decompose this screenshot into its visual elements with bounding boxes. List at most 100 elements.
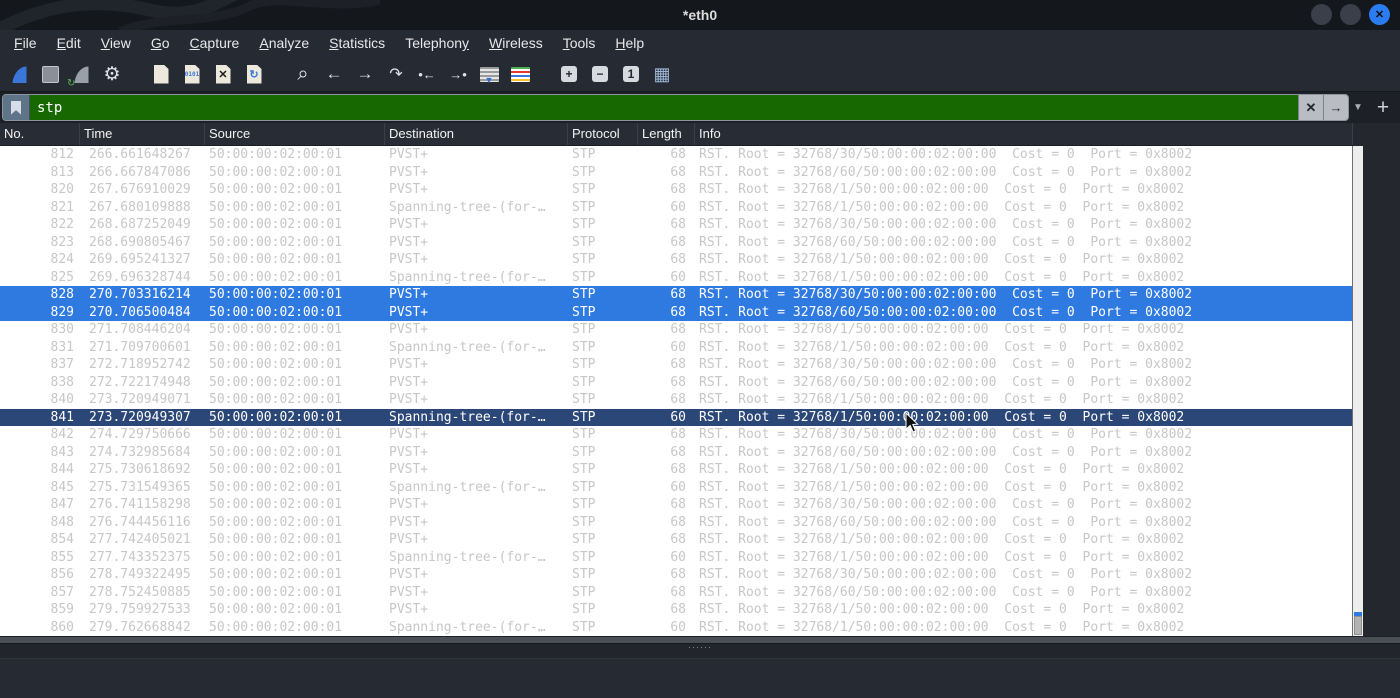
menu-view[interactable]: View — [91, 30, 141, 57]
column-header-length[interactable]: Length — [638, 123, 695, 145]
restart-capture-button[interactable]: ↻ — [67, 61, 94, 89]
close-button[interactable]: ✕ — [1369, 4, 1390, 25]
stop-capture-button[interactable] — [37, 61, 63, 87]
cell-destination: PVST+ — [389, 287, 429, 302]
cell-source: 50:00:00:02:00:01 — [209, 269, 343, 285]
column-header-protocol[interactable]: Protocol — [568, 123, 638, 145]
packet-row-859[interactable]: 859 279.759927533 50:00:00:02:00:01 PVST+ ST… — [0, 601, 1353, 619]
packet-row-829[interactable]: 829 270.706500484 50:00:00:02:00:01 PVST+ ST… — [0, 303, 1353, 321]
column-header-time[interactable]: Time — [80, 123, 205, 145]
cell-time: 268.690805467 — [89, 234, 191, 250]
packet-row-855[interactable]: 855 277.743352375 50:00:00:02:00:01 Spannin… — [0, 549, 1353, 567]
cell-no: 840 — [50, 392, 74, 407]
bookmark-icon — [11, 100, 21, 115]
menu-telephony[interactable]: Telephony — [395, 30, 479, 57]
packet-row-812[interactable]: 812 266.661648267 50:00:00:02:00:01 PVST+ ST… — [0, 146, 1353, 164]
menu-capture[interactable]: Capture — [180, 30, 250, 57]
cell-info: RST. Root = 32768/30/50:00:00:02:00:00 C… — [699, 357, 1193, 372]
packet-row-847[interactable]: 847 276.741158298 50:00:00:02:00:01 PVST+ ST… — [0, 496, 1353, 514]
cell-destination: PVST+ — [389, 322, 429, 337]
filter-apply-button[interactable]: → — [1323, 95, 1348, 120]
filter-add-button[interactable]: + — [1372, 96, 1394, 119]
save-file-button[interactable]: 0101 — [179, 61, 205, 87]
cell-time: 266.667847086 — [89, 164, 191, 180]
packet-row-820[interactable]: 820 267.676910029 50:00:00:02:00:01 PVST+ ST… — [0, 181, 1353, 199]
cell-info: RST. Root = 32768/60/50:00:00:02:00:00 C… — [699, 234, 1193, 250]
cell-destination: PVST+ — [389, 392, 429, 407]
column-header-info[interactable]: Info — [695, 123, 1353, 145]
colorize-button[interactable] — [507, 61, 533, 87]
packet-row-831[interactable]: 831 271.709700601 50:00:00:02:00:01 Spannin… — [0, 339, 1353, 357]
filter-clear-button[interactable]: ✕ — [1298, 95, 1323, 120]
previous-packet-button[interactable]: •← — [414, 61, 440, 87]
reload-file-button[interactable]: ↻ — [241, 61, 267, 87]
scrollbar-thumb[interactable] — [1354, 616, 1362, 635]
minimize-button[interactable] — [1311, 4, 1332, 25]
column-header-destination[interactable]: Destination — [385, 123, 568, 145]
go-back-button[interactable]: ← — [321, 61, 347, 87]
cell-time: 271.708446204 — [89, 322, 191, 337]
packet-row-822[interactable]: 822 268.687252049 50:00:00:02:00:01 PVST+ ST… — [0, 216, 1353, 234]
filter-history-dropdown[interactable]: ▼ — [1350, 102, 1366, 113]
find-packet-button[interactable]: ⌕ — [290, 61, 316, 87]
packet-row-830[interactable]: 830 271.708446204 50:00:00:02:00:01 PVST+ ST… — [0, 321, 1353, 339]
packet-row-845[interactable]: 845 275.731549365 50:00:00:02:00:01 Spannin… — [0, 479, 1353, 497]
capture-options-button[interactable]: ⚙ — [99, 61, 125, 87]
packet-row-840[interactable]: 840 273.720949071 50:00:00:02:00:01 PVST+ ST… — [0, 391, 1353, 409]
packet-row-842[interactable]: 842 274.729750666 50:00:00:02:00:01 PVST+ ST… — [0, 426, 1353, 444]
menu-help[interactable]: Help — [605, 30, 654, 57]
zoom-in-button[interactable]: + — [556, 61, 582, 87]
packet-row-844[interactable]: 844 275.730618692 50:00:00:02:00:01 PVST+ ST… — [0, 461, 1353, 479]
packet-row-837[interactable]: 837 272.718952742 50:00:00:02:00:01 PVST+ ST… — [0, 356, 1353, 374]
packet-row-843[interactable]: 843 274.732985684 50:00:00:02:00:01 PVST+ ST… — [0, 444, 1353, 462]
cell-info: RST. Root = 32768/1/50:00:00:02:00:00 Co… — [699, 322, 1185, 337]
menu-wireless[interactable]: Wireless — [479, 30, 553, 57]
menu-edit[interactable]: Edit — [47, 30, 91, 57]
zoom-100-button[interactable]: 1 — [618, 61, 644, 87]
go-to-packet-button[interactable]: ↷ — [383, 61, 409, 87]
start-capture-button[interactable] — [6, 61, 32, 87]
packet-row-856[interactable]: 856 278.749322495 50:00:00:02:00:01 PVST+ ST… — [0, 566, 1353, 584]
cell-no: 859 — [50, 602, 74, 617]
go-forward-button[interactable]: → — [352, 61, 378, 87]
cell-length: 68 — [670, 182, 686, 197]
resize-columns-button[interactable]: ▦ — [649, 61, 675, 87]
menu-statistics[interactable]: Statistics — [319, 30, 395, 57]
splitter-handle[interactable]: ······ — [0, 643, 1400, 652]
cell-time: 275.731549365 — [89, 479, 191, 495]
cell-info: RST. Root = 32768/1/50:00:00:02:00:00 Co… — [699, 182, 1185, 197]
packet-row-825[interactable]: 825 269.696328744 50:00:00:02:00:01 Spannin… — [0, 269, 1353, 287]
maximize-button[interactable] — [1340, 4, 1361, 25]
packet-row-841[interactable]: 841 273.720949307 50:00:00:02:00:01 Spannin… — [0, 408, 1353, 426]
packet-row-823[interactable]: 823 268.690805467 50:00:00:02:00:01 PVST+ ST… — [0, 234, 1353, 252]
packet-row-857[interactable]: 857 278.752450885 50:00:00:02:00:01 PVST+ ST… — [0, 584, 1353, 602]
menu-go[interactable]: Go — [141, 30, 180, 57]
packet-row-821[interactable]: 821 267.680109888 50:00:00:02:00:01 Spannin… — [0, 199, 1353, 217]
packet-row-854[interactable]: 854 277.742405021 50:00:00:02:00:01 PVST+ ST… — [0, 531, 1353, 549]
packet-row-813[interactable]: 813 266.667847086 50:00:00:02:00:01 PVST+ ST… — [0, 164, 1353, 182]
cell-protocol: STP — [572, 357, 596, 372]
packet-row-860[interactable]: 860 279.762668842 50:00:00:02:00:01 Spannin… — [0, 619, 1353, 637]
menu-file[interactable]: File — [4, 30, 47, 57]
cell-no: 854 — [50, 532, 74, 547]
menu-tools[interactable]: Tools — [553, 30, 606, 57]
zoom-out-button[interactable]: − — [587, 61, 613, 87]
menu-analyze[interactable]: Analyze — [249, 30, 319, 57]
packet-row-838[interactable]: 838 272.722174948 50:00:00:02:00:01 PVST+ ST… — [0, 374, 1353, 392]
cell-destination: PVST+ — [389, 567, 429, 582]
column-header-source[interactable]: Source — [205, 123, 385, 145]
cell-protocol: STP — [572, 147, 596, 162]
open-file-button[interactable] — [148, 61, 174, 87]
close-file-button[interactable]: ✕ — [210, 61, 236, 87]
cell-info: RST. Root = 32768/1/50:00:00:02:00:00 Co… — [699, 269, 1185, 285]
packet-row-824[interactable]: 824 269.695241327 50:00:00:02:00:01 PVST+ ST… — [0, 251, 1353, 269]
display-filter-input[interactable] — [30, 99, 1298, 116]
filter-bookmark-button[interactable] — [3, 95, 30, 120]
packet-row-828[interactable]: 828 270.703316214 50:00:00:02:00:01 PVST+ ST… — [0, 286, 1353, 304]
packet-row-848[interactable]: 848 276.744456116 50:00:00:02:00:01 PVST+ ST… — [0, 514, 1353, 532]
cell-length: 68 — [670, 322, 686, 337]
autoscroll-button[interactable]: ▼ — [476, 61, 502, 87]
column-header-no[interactable]: No. — [0, 123, 80, 145]
vertical-scrollbar[interactable] — [1352, 146, 1363, 636]
next-packet-button[interactable]: →• — [445, 61, 471, 87]
